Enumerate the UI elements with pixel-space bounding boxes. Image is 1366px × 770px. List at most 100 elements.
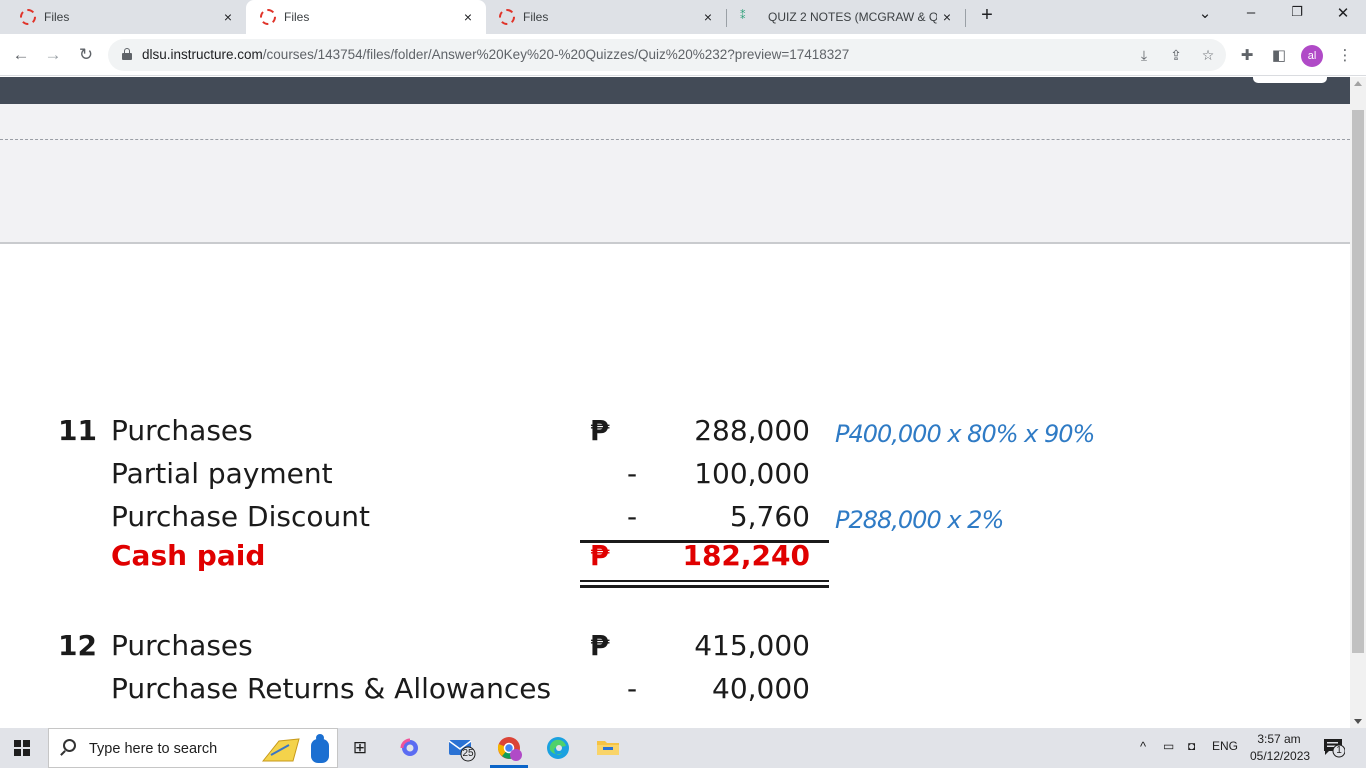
minus-sign: - <box>627 500 638 533</box>
page-viewport: 11 Purchases ₱ 288,000 P400,000 x 80% x … <box>0 77 1350 728</box>
q11-row-partial-payment: Partial payment - 100,000 <box>0 457 810 497</box>
notification-count: 1 <box>1336 745 1342 756</box>
language-indicator[interactable]: ENG <box>1212 739 1238 753</box>
edge-icon[interactable] <box>546 736 570 760</box>
q11-row-cash-paid: Cash paid ₱ 182,240 <box>0 539 810 579</box>
scroll-up-arrow-icon[interactable] <box>1354 81 1362 86</box>
row-amount: 5,760 <box>729 500 810 533</box>
lock-icon[interactable] <box>122 48 132 60</box>
peso-sign: ₱ <box>590 629 610 662</box>
tab-files-2[interactable]: Files × <box>246 0 486 34</box>
q11-row-purchases: 11 Purchases ₱ 288,000 <box>0 414 810 454</box>
tab-files-1[interactable]: Files × <box>0 0 246 34</box>
canvas-favicon-icon <box>20 9 36 25</box>
search-highlight-illustration-icon <box>261 734 329 763</box>
share-icon[interactable]: ⇪ <box>1166 45 1186 65</box>
speaker-icon[interactable]: ◘ <box>1188 739 1195 753</box>
double-underline-bottom <box>580 585 829 588</box>
url-path: /courses/143754/files/folder/Answer%20Ke… <box>262 47 850 62</box>
back-button[interactable]: ← <box>9 43 33 67</box>
row-label: Purchases <box>111 414 253 447</box>
search-icon <box>63 739 76 752</box>
scrollbar-thumb[interactable] <box>1352 110 1364 653</box>
row-amount: 415,000 <box>694 629 810 662</box>
minus-sign: - <box>627 457 638 490</box>
battery-icon[interactable]: ▭ <box>1163 739 1174 753</box>
tab-strip: Files × Files × Files × ⁑ QUIZ 2 NOTES (… <box>0 0 1366 34</box>
row-amount: 182,240 <box>682 539 810 572</box>
tab-label: Files <box>284 10 310 24</box>
peso-sign: ₱ <box>590 539 610 572</box>
tab-files-3[interactable]: Files × <box>486 0 726 34</box>
mail-icon[interactable]: 25 <box>448 736 476 762</box>
row-amount: 40,000 <box>712 672 810 705</box>
tab-search-chevron-icon[interactable]: ⌄ <box>1190 4 1220 28</box>
row-amount: 100,000 <box>694 457 810 490</box>
file-explorer-icon[interactable] <box>596 736 620 760</box>
dashed-divider <box>0 139 1350 140</box>
forward-button[interactable]: → <box>41 43 65 67</box>
minimize-button[interactable]: – <box>1236 4 1266 28</box>
scroll-down-arrow-icon[interactable] <box>1354 719 1362 724</box>
canvas-favicon-icon <box>260 9 276 25</box>
address-bar[interactable]: dlsu.instructure.com/courses/143754/file… <box>108 39 1226 71</box>
tab-label: Files <box>44 10 70 24</box>
row-amount: 288,000 <box>694 414 810 447</box>
close-window-button[interactable]: ✕ <box>1328 4 1358 28</box>
mail-badge: 25 <box>462 748 474 759</box>
windows-taskbar: Type here to search ⊞ 25 ^ ▭ ◘ ENG 3:57 … <box>0 728 1366 768</box>
browser-toolbar: ← → ↻ dlsu.instructure.com/courses/14375… <box>0 34 1366 76</box>
reload-button[interactable]: ↻ <box>74 43 98 67</box>
profile-avatar[interactable]: al <box>1301 45 1323 67</box>
side-panel-icon[interactable]: ◧ <box>1268 45 1290 67</box>
question-number: 11 <box>58 414 97 447</box>
double-underline-top <box>580 580 829 582</box>
copilot-icon[interactable] <box>398 736 422 760</box>
q12-row-purchases: 12 Purchases ₱ 415,000 <box>0 629 810 669</box>
tab-close-icon[interactable]: × <box>937 9 957 25</box>
tab-close-icon[interactable]: × <box>698 9 718 25</box>
minus-sign: - <box>627 672 638 705</box>
quizlet-favicon-icon: ⁑ <box>740 10 746 22</box>
tab-quiz-notes[interactable]: ⁑ QUIZ 2 NOTES (MCGRAW & QUI × <box>727 0 965 34</box>
bookmark-star-icon[interactable]: ☆ <box>1198 45 1218 65</box>
page-scrollbar[interactable] <box>1350 77 1366 728</box>
install-app-icon[interactable]: ⤓ <box>1134 45 1154 65</box>
tab-separator <box>965 9 966 27</box>
peso-sign: ₱ <box>590 414 610 447</box>
taskbar-clock[interactable]: 3:57 am 05/12/2023 <box>1250 731 1311 765</box>
tab-label: QUIZ 2 NOTES (MCGRAW & QUI <box>768 10 937 24</box>
canvas-favicon-icon <box>499 9 515 25</box>
row-label: Purchase Discount <box>111 500 370 533</box>
extensions-puzzle-icon[interactable]: ✚ <box>1236 45 1258 67</box>
url-host: dlsu.instructure.com <box>142 47 263 62</box>
canvas-header-bar <box>0 77 1350 104</box>
question-number: 12 <box>58 629 97 662</box>
row-label: Purchase Returns & Allowances <box>111 672 552 705</box>
taskbar-search-box[interactable]: Type here to search <box>48 728 338 768</box>
windows-start-icon[interactable] <box>14 740 30 756</box>
q12-row-returns-allowances: Purchase Returns & Allowances - 40,000 <box>0 672 810 712</box>
clock-date: 05/12/2023 <box>1250 749 1311 763</box>
computation-note: P288,000 x 2% <box>835 506 1004 534</box>
search-placeholder: Type here to search <box>89 741 218 757</box>
clock-time: 3:57 am <box>1257 732 1301 746</box>
chrome-icon[interactable] <box>497 736 522 761</box>
row-label: Cash paid <box>111 539 266 572</box>
computation-note: P400,000 x 80% x 90% <box>835 420 1095 448</box>
tab-close-icon[interactable]: × <box>458 9 478 25</box>
notification-center-icon[interactable]: 1 <box>1323 738 1346 758</box>
url-text[interactable]: dlsu.instructure.com/courses/143754/file… <box>142 47 849 62</box>
row-label: Purchases <box>111 629 253 662</box>
header-button[interactable] <box>1253 77 1327 83</box>
menu-kebab-icon[interactable]: ⋮ <box>1334 45 1356 67</box>
row-label: Partial payment <box>111 457 333 490</box>
tab-label: Files <box>523 10 549 24</box>
task-view-icon[interactable]: ⊞ <box>348 736 372 760</box>
preview-toolbar-area <box>0 104 1350 244</box>
restore-button[interactable]: ❐ <box>1282 4 1312 28</box>
q11-row-purchase-discount: Purchase Discount - 5,760 <box>0 500 810 540</box>
tray-chevron-icon[interactable]: ^ <box>1140 739 1146 754</box>
tab-close-icon[interactable]: × <box>218 9 238 25</box>
new-tab-button[interactable]: + <box>977 4 997 30</box>
